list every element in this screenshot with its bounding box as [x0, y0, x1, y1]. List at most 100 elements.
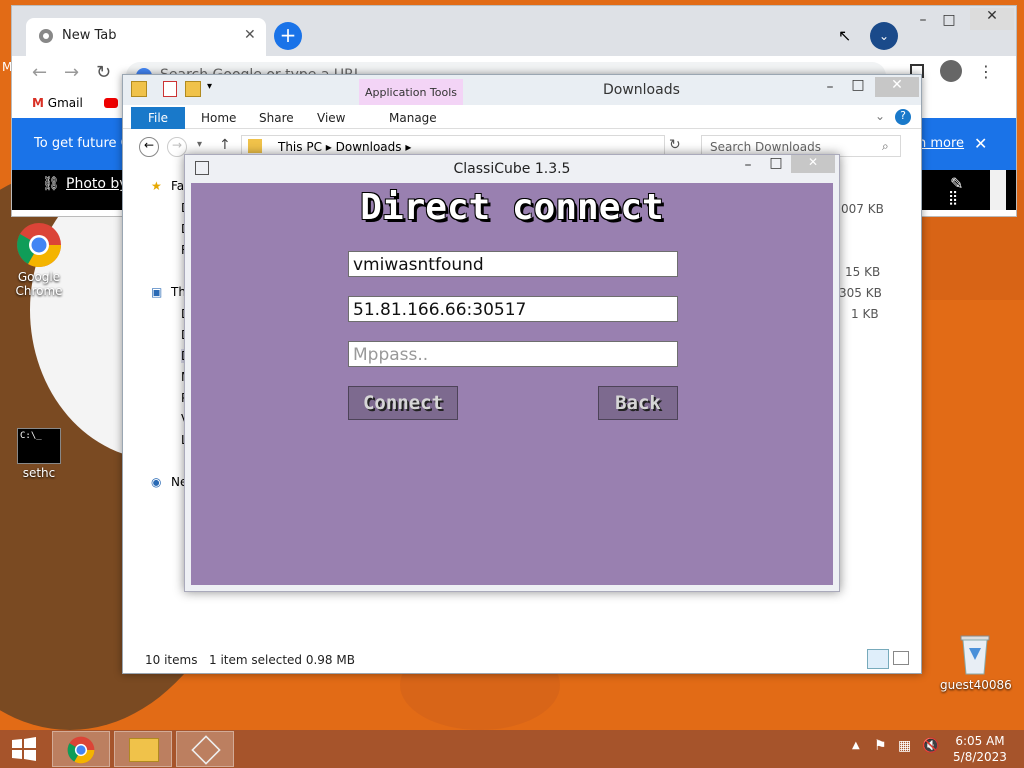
back-button[interactable]: Back	[598, 386, 678, 420]
folder-icon	[131, 81, 147, 97]
show-hidden-icons[interactable]: ▲	[852, 740, 860, 751]
menu-icon[interactable]: ⋮	[978, 62, 994, 81]
ribbon-expand-icon[interactable]: ⌄	[875, 109, 885, 123]
network-icon[interactable]: ▦	[898, 738, 911, 754]
mouse-cursor-icon: ↖	[838, 26, 852, 45]
close-button[interactable]: ✕	[791, 155, 835, 173]
refresh-icon[interactable]: ↻	[669, 137, 681, 153]
details-view-icon[interactable]	[867, 649, 889, 669]
file-size: 1 KB	[851, 307, 879, 321]
recycle-bin-icon	[958, 630, 992, 676]
desktop-icon-label: sethc	[22, 466, 56, 480]
folder-icon	[248, 139, 262, 153]
classicube-window: ClassiCube 1.3.5 – □ ✕ Direct connect vm…	[184, 154, 840, 592]
youtube-icon[interactable]	[104, 98, 118, 108]
tab-manage[interactable]: Manage	[389, 111, 437, 125]
new-tab-button[interactable]: +	[274, 22, 302, 50]
address-input[interactable]: 51.81.166.66:30517	[348, 296, 678, 322]
bookmark-label: Gmail	[47, 96, 83, 110]
star-icon: ★	[151, 179, 162, 193]
tab-home[interactable]: Home	[201, 111, 236, 125]
large-icons-view-icon[interactable]	[893, 651, 909, 665]
minimize-button[interactable]: –	[733, 157, 763, 173]
minimize-button[interactable]: –	[815, 79, 845, 95]
nav-favorites[interactable]: Fa	[171, 179, 184, 193]
clock-date: 5/8/2023	[953, 750, 1007, 764]
desktop-icon-sethc[interactable]: C:\_ sethc	[4, 428, 74, 480]
close-button[interactable]: ✕	[875, 77, 919, 97]
tab-close-icon[interactable]: ✕	[244, 27, 256, 43]
file-size: 15 KB	[845, 265, 881, 279]
tab-share[interactable]: Share	[259, 111, 294, 125]
reload-icon[interactable]: ↻	[96, 62, 111, 83]
info-bar-close-icon[interactable]: ✕	[974, 134, 987, 153]
bookmark-gmail[interactable]: M Gmail	[32, 96, 83, 110]
navigation-pane: ★ Fa D D R ▣ Th D D D M P V L ◉ Ne	[123, 165, 191, 645]
command-prompt-icon: C:\_	[17, 428, 61, 464]
photo-credit-link[interactable]: Photo by	[66, 176, 128, 192]
quick-access-dropdown-icon[interactable]: ▾	[207, 81, 212, 92]
desktop-icon-chrome[interactable]: Google Chrome	[4, 222, 74, 298]
forward-icon[interactable]: →	[64, 62, 79, 83]
volume-muted-icon[interactable]: 🔇	[922, 738, 939, 754]
classicube-title: ClassiCube 1.3.5	[453, 161, 571, 177]
application-tools-label: Application Tools	[359, 79, 463, 105]
mppass-input[interactable]: Mppass..	[348, 341, 678, 367]
ribbon-tabs	[123, 105, 921, 129]
search-icon: ⌕	[882, 139, 889, 153]
back-icon[interactable]: ←	[32, 62, 47, 83]
chrome-icon	[16, 222, 62, 268]
chrome-tab[interactable]: New Tab ✕	[26, 18, 266, 56]
taskbar-file-explorer[interactable]	[114, 731, 172, 767]
username-input[interactable]: vmiwasntfound	[348, 251, 678, 277]
up-icon[interactable]: ↑	[219, 137, 231, 153]
classicube-icon	[195, 161, 209, 175]
link-icon: ⛓	[42, 176, 60, 192]
search-placeholder: Search Downloads	[710, 140, 821, 154]
taskbar: ▲ ⚑ ▦ 🔇	[0, 730, 1024, 768]
classicube-icon	[191, 735, 221, 765]
profile-icon[interactable]	[940, 60, 962, 82]
windows-logo-icon	[12, 737, 36, 761]
back-icon[interactable]: ←	[139, 137, 159, 157]
file-size: 305 KB	[839, 286, 882, 300]
apps-grid-icon[interactable]: ⣿	[948, 190, 958, 206]
explorer-title-bar	[123, 75, 921, 105]
taskbar-chrome[interactable]	[52, 731, 110, 767]
desktop-icon-label: guest40086	[940, 678, 1012, 692]
selection-info: 1 item selected 0.98 MB	[209, 653, 355, 667]
chrome-favicon-icon	[38, 28, 54, 44]
status-bar: 10 items 1 item selected 0.98 MB	[123, 645, 921, 673]
breadcrumb-separator-icon: ▸	[325, 140, 336, 154]
file-size: 007 KB	[841, 202, 884, 216]
network-icon: ◉	[151, 475, 162, 489]
desktop-icon-label: Google Chrome	[15, 270, 63, 298]
tab-search-button[interactable]: ⌄	[870, 22, 898, 50]
breadcrumb-separator-icon: ▸	[405, 140, 412, 154]
action-center-flag-icon[interactable]: ⚑	[874, 738, 887, 754]
connect-button[interactable]: Connect	[348, 386, 458, 420]
direct-connect-screen: Direct connect vmiwasntfound 51.81.166.6…	[191, 183, 833, 585]
clock-time: 6:05 AM	[955, 734, 1005, 748]
tab-file[interactable]: File	[131, 107, 185, 129]
recent-locations-icon[interactable]: ▾	[197, 139, 202, 150]
taskbar-classicube[interactable]	[176, 731, 234, 767]
help-icon[interactable]: ?	[895, 109, 911, 125]
maximize-button[interactable]: □	[934, 12, 964, 28]
maximize-button[interactable]: □	[761, 155, 791, 171]
properties-icon[interactable]	[163, 81, 177, 97]
maximize-button[interactable]: □	[843, 77, 873, 93]
tab-view[interactable]: View	[317, 111, 345, 125]
item-count: 10 items	[145, 653, 198, 667]
close-button[interactable]: ✕	[970, 8, 1014, 30]
chrome-icon	[67, 736, 95, 764]
start-button[interactable]	[10, 736, 38, 762]
desktop-icon-recycle-bin[interactable]: guest40086	[940, 630, 1012, 692]
new-folder-icon[interactable]	[185, 81, 201, 97]
breadcrumb-this-pc[interactable]: This PC	[278, 140, 322, 154]
learn-more-link[interactable]: n more	[918, 136, 964, 151]
breadcrumb-downloads[interactable]: Downloads	[336, 140, 402, 154]
desktop-partial-label: M	[2, 60, 13, 74]
system-clock[interactable]: 6:05 AM 5/8/2023	[944, 733, 1016, 765]
scrollbar[interactable]	[990, 170, 1006, 210]
